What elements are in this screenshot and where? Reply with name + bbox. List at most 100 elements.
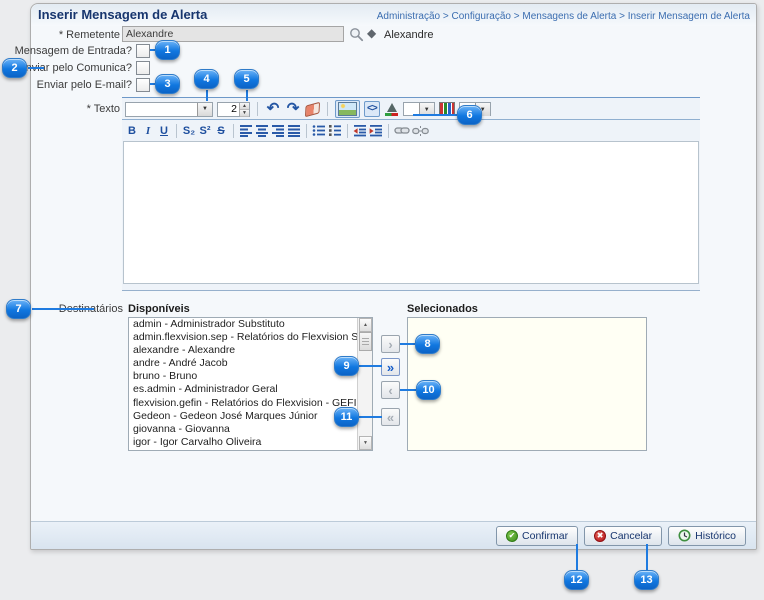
callout-line [646,544,648,571]
remetente-input[interactable] [122,26,344,42]
undo-icon[interactable]: ↶ [265,102,281,116]
selected-listbox[interactable] [407,317,647,451]
history-button[interactable]: Histórico [668,526,746,546]
callout-badge: 4 [194,69,219,89]
callout-line [400,343,416,345]
check-icon: ✔ [506,530,518,542]
list-item[interactable]: igor - Igor Carvalho Oliveira [129,436,372,449]
chevron-down-icon[interactable]: ▼ [197,103,212,116]
bullet-list-icon[interactable] [312,124,326,137]
editor-content-area[interactable] [123,141,699,284]
toolbar-separator [257,102,258,116]
close-icon: ✖ [594,530,606,542]
align-center-icon[interactable] [255,124,269,137]
page-title: Inserir Mensagem de Alerta [38,7,207,22]
font-family-value [126,103,197,116]
callout-line [400,389,417,391]
selected-list-label: Selecionados [407,303,478,315]
move-all-left-button[interactable]: « [381,408,400,426]
outdent-icon[interactable] [353,124,367,137]
image-icon[interactable] [335,100,360,118]
callout-line [359,416,382,418]
list-item[interactable]: admin.flexvision.sep - Relatórios do Fle… [129,331,372,344]
callout-badge: 12 [564,570,589,590]
font-color-icon[interactable] [384,102,399,117]
numbered-list-icon[interactable] [328,124,342,137]
scroll-up-icon[interactable]: ▲ [359,318,372,332]
callout-badge: 7 [6,299,31,319]
source-code-icon[interactable]: <> [364,101,380,117]
bold-icon[interactable]: B [125,125,139,137]
unlink-icon[interactable] [412,125,429,137]
toolbar-separator [327,102,328,116]
entrada-label: Mensagem de Entrada? [0,45,132,57]
callout-badge: 5 [234,69,259,89]
breadcrumb[interactable]: Administração > Configuração > Mensagens… [377,11,750,22]
list-item[interactable]: alexandre - Alexandre [129,344,372,357]
editor-toolbar-bottom: B I U S₂ S² S [122,121,700,140]
indent-icon[interactable] [369,124,383,137]
eraser-icon[interactable] [305,104,320,115]
font-size-stepper[interactable]: ▲ ▼ [217,102,250,117]
toolbar-separator [388,124,389,138]
list-item[interactable]: es.admin - Administrador Geral [129,383,372,396]
callout-badge: 13 [634,570,659,590]
callout-line [576,544,578,571]
move-all-right-button[interactable]: » [381,358,400,376]
subscript-icon[interactable]: S₂ [182,125,196,137]
scrollbar-thumb[interactable] [359,332,372,351]
font-size-input[interactable] [218,103,239,116]
available-listbox[interactable]: admin - Administrador Substituto admin.f… [128,317,373,451]
rich-text-editor: ▼ ▲ ▼ ↶ ↷ <> ▼ ▼ [122,97,700,291]
spin-up-icon[interactable]: ▲ [240,103,249,110]
justify-icon[interactable] [287,124,301,137]
callout-badge: 2 [2,58,27,78]
toolbar-separator [347,124,348,138]
strikethrough-icon[interactable]: S [214,125,228,137]
search-icon[interactable] [349,27,364,42]
email-checkbox[interactable] [136,78,150,92]
toolbar-separator [306,124,307,138]
move-left-button[interactable]: ‹ [381,381,400,399]
align-left-icon[interactable] [239,124,253,137]
callout-line [413,114,458,116]
toolbar-separator [176,124,177,138]
list-item[interactable]: admin - Administrador Substituto [129,318,372,331]
list-item[interactable]: quartz - Agendamento de Rotinas [129,449,372,451]
remetente-display-name: Alexandre [384,29,434,41]
superscript-icon[interactable]: S² [198,125,212,137]
texto-label: * Texto [0,103,120,115]
list-item[interactable]: flexvision.gefin - Relatórios do Flexvis… [129,397,372,410]
callout-badge: 10 [416,380,441,400]
cancel-button-label: Cancelar [610,530,652,542]
link-icon[interactable] [394,125,410,136]
callout-badge: 8 [415,334,440,354]
callout-badge: 3 [155,74,180,94]
italic-icon[interactable]: I [141,125,155,137]
available-list-label: Disponíveis [128,303,190,315]
confirm-button[interactable]: ✔ Confirmar [496,526,578,546]
entrada-checkbox[interactable] [136,44,150,58]
callout-badge: 9 [334,356,359,376]
align-right-icon[interactable] [271,124,285,137]
scrollbar[interactable]: ▲ ▼ [357,318,372,450]
toolbar-separator [233,124,234,138]
scroll-down-icon[interactable]: ▼ [359,436,372,450]
email-label: Enviar pelo E-mail? [0,79,132,91]
callout-badge: 1 [155,40,180,60]
remetente-label: * Remetente [0,29,120,41]
confirm-button-label: Confirmar [522,530,568,542]
callout-line [206,90,208,101]
redo-icon[interactable]: ↷ [285,102,301,116]
tag-icon[interactable]: ◆ [367,26,376,40]
comunica-checkbox[interactable] [136,61,150,75]
font-family-select[interactable]: ▼ [125,102,213,117]
move-right-button[interactable]: › [381,335,400,353]
history-button-label: Histórico [695,530,736,542]
callout-line [32,308,94,310]
history-clock-icon [678,529,691,542]
callout-line [28,67,44,69]
spin-down-icon[interactable]: ▼ [240,110,249,117]
cancel-button[interactable]: ✖ Cancelar [584,526,662,546]
underline-icon[interactable]: U [157,125,171,137]
